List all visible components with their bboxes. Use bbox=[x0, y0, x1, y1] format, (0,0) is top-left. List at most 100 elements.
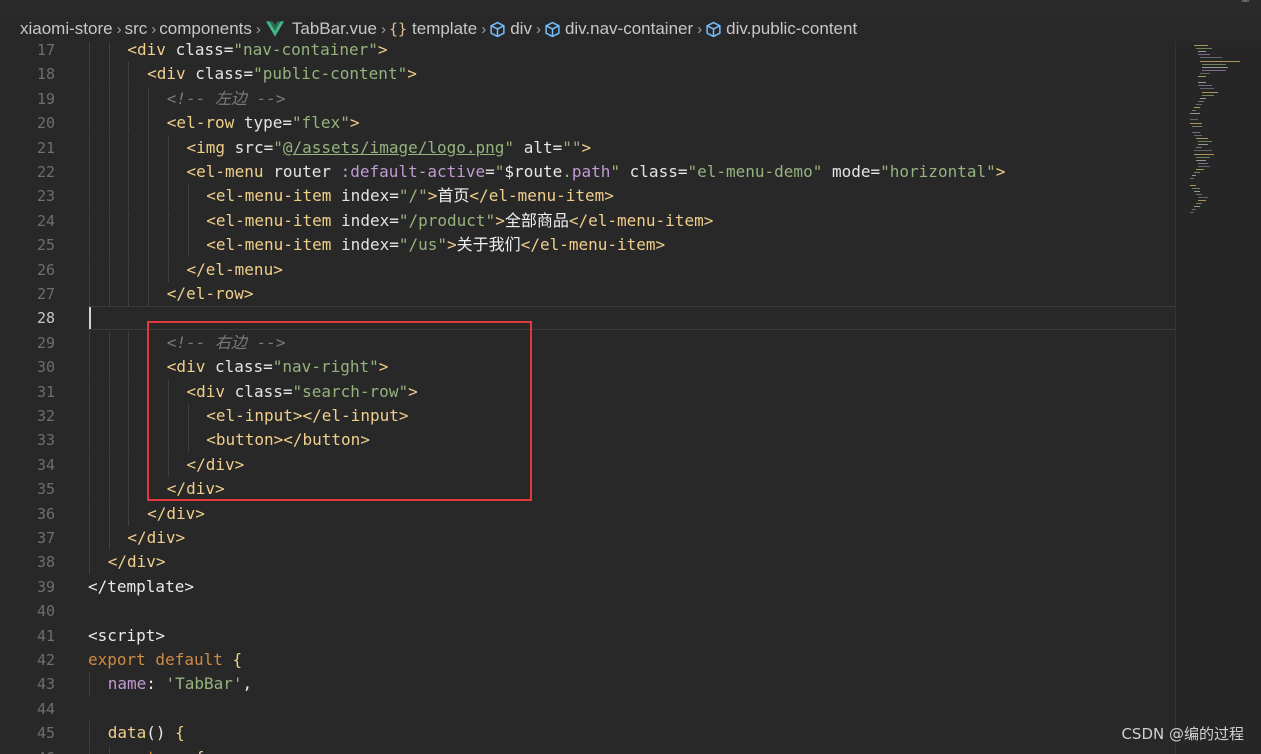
indent-guide bbox=[128, 404, 130, 428]
line-number: 31 bbox=[36, 382, 55, 401]
code-text: <button></button> bbox=[206, 428, 370, 452]
breadcrumb-item[interactable]: src bbox=[125, 19, 148, 39]
code-line[interactable]: 20 <el-row type="flex"> bbox=[0, 111, 1175, 136]
indent-guide bbox=[89, 550, 90, 575]
code-line[interactable]: 33 <button></button> bbox=[0, 428, 1175, 453]
indent-guide bbox=[148, 452, 150, 477]
code-line[interactable]: 35 </div> bbox=[0, 477, 1175, 502]
indent-guide bbox=[148, 282, 150, 306]
code-line[interactable]: 44 bbox=[0, 697, 1175, 721]
code-token: @/assets/image/logo.png bbox=[282, 137, 505, 157]
indent-guide bbox=[89, 501, 90, 526]
code-line[interactable]: 21 <img src="@/assets/image/logo.png" alt… bbox=[0, 135, 1175, 160]
code-token: </div> bbox=[107, 552, 166, 572]
code-token: class bbox=[214, 357, 264, 377]
code-line[interactable]: 34 </div> bbox=[0, 452, 1175, 477]
breadcrumb-item[interactable]: TabBar.vue bbox=[264, 19, 377, 39]
breadcrumb-item[interactable]: div.nav-container bbox=[544, 19, 693, 39]
indent-guide bbox=[187, 184, 189, 209]
indent-guide bbox=[89, 330, 90, 355]
chevron-right-icon: › bbox=[535, 20, 541, 38]
code-line[interactable]: 37 </div> bbox=[0, 526, 1175, 550]
code-token: . bbox=[562, 162, 572, 181]
code-token: <button></button> bbox=[206, 430, 370, 450]
line-number: 24 bbox=[36, 211, 55, 230]
code-line[interactable]: 26 </el-menu> bbox=[0, 257, 1175, 282]
breadcrumb-label: components bbox=[159, 19, 252, 38]
line-number: 41 bbox=[36, 626, 55, 645]
minimap-line bbox=[1198, 51, 1206, 53]
indent-guide bbox=[148, 355, 150, 380]
code-text: </div> bbox=[147, 502, 205, 526]
indent-guide bbox=[89, 86, 90, 111]
code-line[interactable]: 17 <div class="nav-container"> bbox=[0, 42, 1175, 62]
breadcrumb-label: div.public-content bbox=[726, 19, 858, 38]
indent-guide bbox=[148, 477, 150, 502]
code-line[interactable]: 25 <el-menu-item index="/us">关于我们</el-men… bbox=[0, 233, 1175, 258]
code-line[interactable]: 41 <script> bbox=[0, 624, 1175, 648]
breadcrumb-item[interactable]: div.public-content bbox=[705, 19, 857, 39]
vue-icon bbox=[265, 21, 284, 37]
indent-guide bbox=[128, 282, 130, 306]
code-text: </div> bbox=[127, 526, 185, 550]
minimap-line bbox=[1194, 134, 1202, 136]
code-line[interactable]: 32 <el-input></el-input> bbox=[0, 404, 1175, 428]
indent-guide bbox=[148, 330, 150, 355]
code-token: = bbox=[282, 113, 293, 133]
line-number: 19 bbox=[36, 89, 55, 108]
code-line[interactable]: 43 name: 'TabBar', bbox=[0, 672, 1175, 697]
indent-guide bbox=[89, 208, 90, 233]
code-line[interactable]: 38 </div> bbox=[0, 550, 1175, 575]
code-line[interactable]: 40 bbox=[0, 599, 1175, 623]
code-line[interactable]: 30 <div class="nav-right"> bbox=[0, 355, 1175, 380]
code-editor[interactable]: 17 <div class="nav-container"> 18 <div clas… bbox=[0, 42, 1175, 754]
line-number: 32 bbox=[36, 407, 55, 425]
indent-guide bbox=[108, 501, 110, 526]
indent-guide bbox=[89, 379, 90, 404]
code-line[interactable]: 42 export default { bbox=[0, 648, 1175, 672]
code-line[interactable]: 28 bbox=[0, 306, 1175, 330]
code-token: index bbox=[341, 210, 390, 230]
breadcrumb-item[interactable]: components bbox=[159, 19, 252, 39]
code-line[interactable]: 27 </el-row> bbox=[0, 282, 1175, 306]
code-line[interactable]: 18 <div class="public-content"> bbox=[0, 62, 1175, 87]
code-token: <img bbox=[186, 137, 235, 157]
code-line[interactable]: 29 <!-- 右边 --> bbox=[0, 330, 1175, 355]
code-token: "" bbox=[562, 137, 582, 157]
code-text: data() { bbox=[108, 721, 185, 745]
code-text: <div class="public-content"> bbox=[147, 62, 417, 86]
indent-guide bbox=[187, 404, 189, 428]
code-line[interactable]: 22 <el-menu router :default-active="$rout… bbox=[0, 160, 1175, 184]
breadcrumb-item[interactable]: {} template bbox=[389, 19, 477, 39]
code-line[interactable]: 46 return { bbox=[0, 745, 1175, 754]
code-line[interactable]: 31 <div class="search-row"> bbox=[0, 379, 1175, 404]
code-token: > bbox=[408, 381, 418, 401]
code-token: , bbox=[242, 674, 253, 694]
line-number: 33 bbox=[36, 431, 55, 450]
breadcrumb-item[interactable]: xiaomi-store bbox=[20, 19, 113, 39]
minimap-line bbox=[1196, 169, 1204, 170]
code-line[interactable]: 45 data() { bbox=[0, 721, 1175, 746]
indent-guide bbox=[148, 428, 150, 453]
code-line[interactable]: 36 </div> bbox=[0, 501, 1175, 526]
code-token: </div> bbox=[127, 528, 186, 547]
code-token: data bbox=[107, 723, 147, 743]
code-line[interactable]: 39 </template> bbox=[0, 575, 1175, 599]
code-line[interactable]: 19 <!-- 左边 --> bbox=[0, 86, 1175, 111]
code-token: <div bbox=[147, 64, 196, 84]
line-number: 42 bbox=[36, 651, 55, 669]
minimap-line bbox=[1202, 63, 1226, 65]
minimap-line bbox=[1198, 196, 1208, 198]
code-text: </div> bbox=[108, 550, 166, 574]
indent-guide bbox=[128, 135, 130, 160]
minimap-line bbox=[1192, 175, 1196, 177]
code-text: <el-input></el-input> bbox=[206, 404, 408, 428]
breadcrumb-item[interactable]: div bbox=[489, 19, 532, 39]
minimap[interactable] bbox=[1175, 42, 1261, 754]
code-line[interactable]: 23 <el-menu-item index="/">首页</el-menu-it… bbox=[0, 184, 1175, 209]
cube-icon bbox=[545, 21, 560, 37]
code-token: 首页 bbox=[437, 186, 470, 206]
indent-guide bbox=[128, 477, 130, 502]
minimap-line bbox=[1190, 212, 1194, 214]
code-line[interactable]: 24 <el-menu-item index="/product">全部商品</e… bbox=[0, 208, 1175, 233]
